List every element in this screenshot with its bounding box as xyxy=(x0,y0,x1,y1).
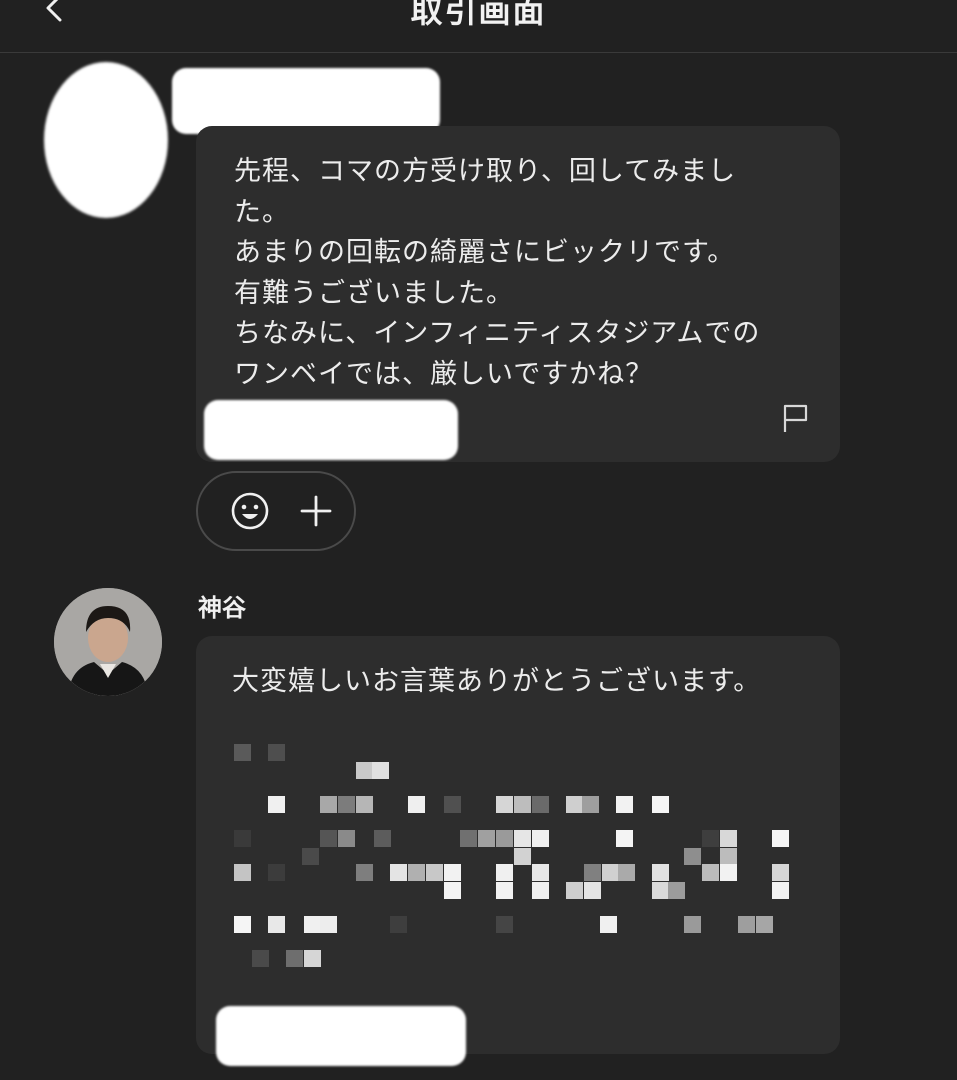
report-button[interactable] xyxy=(780,402,812,434)
message-line: た。 xyxy=(234,197,290,228)
smiley-icon xyxy=(231,492,269,530)
reaction-bar xyxy=(196,471,356,551)
page-title: 取引画面 xyxy=(410,0,547,30)
message-line: ちなみに、インフィニティスタジアムでの xyxy=(234,318,761,349)
message-line: あまりの回転の綺麗さにビックリです。 xyxy=(234,237,736,268)
add-emoji-reaction-button[interactable] xyxy=(228,489,272,533)
message-line: ワンベイでは、厳しいですかね？ xyxy=(234,359,654,390)
pixelated-text-redaction xyxy=(196,730,842,990)
header-bar: 取引画面 xyxy=(0,0,957,53)
plus-icon xyxy=(300,495,332,527)
message-line: 先程、コマの方受け取り、回してみまし xyxy=(234,156,737,187)
user-photo xyxy=(54,588,162,696)
transaction-screen: 取引画面 先程、コマの方受け取り、回してみまし た。 あまりの回転の綺麗さにビッ… xyxy=(0,0,957,1080)
redacted-avatar xyxy=(44,62,168,218)
message-line: 有難うございました。 xyxy=(234,278,514,309)
message-line: 大変嬉しいお言葉ありがとうございます。 xyxy=(232,666,762,697)
add-reaction-button[interactable] xyxy=(294,489,338,533)
user-name: 神谷 xyxy=(198,594,246,622)
flag-icon xyxy=(783,404,808,432)
redacted-timestamp xyxy=(216,1006,466,1066)
redacted-sender-name xyxy=(172,68,440,134)
avatar[interactable] xyxy=(54,588,162,696)
redacted-timestamp xyxy=(204,400,458,460)
